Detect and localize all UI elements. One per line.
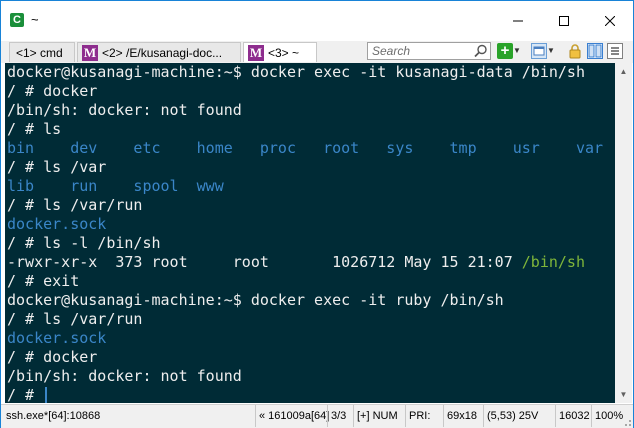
- status-keyboard-mode[interactable]: [+] NUM: [353, 405, 405, 427]
- terminal-line: / # ls /var/run: [5, 310, 615, 329]
- terminal-line: / # docker: [5, 348, 615, 367]
- chevron-down-icon: ▼: [513, 46, 521, 55]
- scroll-down-arrow-icon[interactable]: ▼: [615, 386, 632, 403]
- status-priority[interactable]: PRI:: [405, 405, 443, 427]
- mintty-icon: M: [82, 45, 98, 61]
- tab-bar: <1> cmd M <2> /E/kusanagi-doc... M <3> ~ S…: [1, 41, 633, 63]
- title-bar[interactable]: C ~: [1, 1, 633, 41]
- new-console-button[interactable]: +: [497, 43, 513, 59]
- terminal-text: /bin/sh: [521, 253, 585, 271]
- window-mode-button[interactable]: [531, 43, 547, 59]
- plus-icon: +: [500, 42, 510, 59]
- minimize-icon: [513, 20, 523, 22]
- terminal-text: / # docker: [7, 348, 98, 366]
- terminal-text: /bin/sh: docker: not found: [7, 367, 242, 385]
- tab-label: <3> ~: [268, 46, 300, 60]
- search-placeholder: Search: [372, 44, 411, 58]
- split-layout-button[interactable]: [587, 43, 603, 59]
- terminal-line: / # ls /var/run: [5, 196, 615, 215]
- terminal-text: bin dev etc home proc root sys tmp usr v…: [7, 139, 604, 157]
- lock-icon: [569, 44, 581, 59]
- status-process[interactable]: ssh.exe*[64]:10868: [3, 405, 255, 427]
- window-title: ~: [31, 12, 39, 27]
- maximize-button[interactable]: [541, 1, 587, 41]
- status-size[interactable]: 69x18: [443, 405, 483, 427]
- terminal-text: / # docker: [7, 82, 98, 100]
- close-icon: [605, 16, 615, 26]
- window-icon: [533, 46, 545, 56]
- close-button[interactable]: [587, 1, 633, 41]
- scroll-up-arrow-icon[interactable]: ▲: [615, 63, 632, 80]
- terminal-line: /bin/sh: docker: not found: [5, 101, 615, 120]
- terminal-text: /bin/sh: docker: not found: [7, 101, 242, 119]
- status-cursor-pos[interactable]: (5,53) 25V: [483, 405, 555, 427]
- split-panes-icon: [588, 44, 602, 58]
- terminal-line: docker@kusanagi-machine:~$ docker exec -…: [5, 63, 615, 82]
- terminal-text: / # ls -l /bin/sh: [7, 234, 161, 252]
- terminal-text: / # ls /var/run: [7, 196, 143, 214]
- terminal-text: lib run spool www: [7, 177, 224, 195]
- search-input[interactable]: Search: [367, 42, 491, 60]
- vertical-scrollbar[interactable]: ▲ ▼: [615, 63, 632, 403]
- terminal-output[interactable]: docker@kusanagi-machine:~$ docker exec -…: [5, 63, 615, 403]
- terminal-line: docker@kusanagi-machine:~$ docker exec -…: [5, 291, 615, 310]
- resize-grip-icon[interactable]: [622, 417, 632, 427]
- terminal-line: / # ls: [5, 120, 615, 139]
- minimize-button[interactable]: [495, 1, 541, 41]
- terminal-line: bin dev etc home proc root sys tmp usr v…: [5, 139, 615, 158]
- terminal-text: docker.sock: [7, 215, 107, 233]
- window-mode-dropdown[interactable]: ▼: [547, 43, 557, 59]
- terminal-text: / # exit: [7, 272, 80, 290]
- terminal-text: docker@kusanagi-machine:~$ docker exec -…: [7, 291, 504, 309]
- terminal-line: lib run spool www: [5, 177, 615, 196]
- terminal-text: docker@kusanagi-machine:~$ docker exec -…: [7, 63, 585, 81]
- terminal-text: / # ls /var: [7, 158, 107, 176]
- text-cursor: [45, 387, 48, 403]
- new-console-dropdown[interactable]: ▼: [513, 43, 523, 59]
- terminal-text: -rwxr-xr-x 373 root root 1026712 May 15 …: [7, 253, 522, 271]
- status-build: « 161009a[64]: [255, 405, 329, 427]
- tab-home[interactable]: M <3> ~: [243, 42, 317, 62]
- mintty-icon: M: [248, 45, 264, 61]
- menu-icon: [611, 47, 619, 55]
- status-pages[interactable]: 3/3: [327, 405, 353, 427]
- tab-kusanagi-doc[interactable]: M <2> /E/kusanagi-doc...: [77, 42, 241, 62]
- terminal-text: / # ls /var/run: [7, 310, 143, 328]
- terminal-line: -rwxr-xr-x 373 root root 1026712 May 15 …: [5, 253, 615, 272]
- status-zoom[interactable]: 100%: [591, 405, 623, 427]
- tab-label: <1> cmd: [16, 46, 63, 60]
- terminal-text: docker.sock: [7, 329, 107, 347]
- tab-label: <2> /E/kusanagi-doc...: [102, 46, 223, 60]
- tab-cmd[interactable]: <1> cmd: [9, 42, 75, 62]
- terminal-line: / # docker: [5, 82, 615, 101]
- terminal-line: docker.sock: [5, 329, 615, 348]
- menu-button[interactable]: [607, 43, 623, 59]
- console-window: C ~ <1> cmd M <2> /E/kusanagi-doc... M <3>…: [0, 0, 634, 428]
- status-bar: ssh.exe*[64]:10868 « 161009a[64] 3/3 [+]…: [1, 404, 633, 428]
- terminal-line: / #: [5, 386, 615, 403]
- status-buffer[interactable]: 16032: [555, 405, 591, 427]
- terminal-line: / # exit: [5, 272, 615, 291]
- lock-button[interactable]: [567, 43, 583, 59]
- terminal-line: docker.sock: [5, 215, 615, 234]
- app-icon[interactable]: C: [10, 13, 24, 27]
- terminal-line: / # ls /var: [5, 158, 615, 177]
- terminal-text: / #: [7, 386, 44, 403]
- terminal-line: / # ls -l /bin/sh: [5, 234, 615, 253]
- maximize-icon: [559, 16, 569, 26]
- chevron-down-icon: ▼: [547, 46, 555, 55]
- terminal-line: /bin/sh: docker: not found: [5, 367, 615, 386]
- search-icon[interactable]: [474, 44, 488, 58]
- terminal-text: / # ls: [7, 120, 62, 138]
